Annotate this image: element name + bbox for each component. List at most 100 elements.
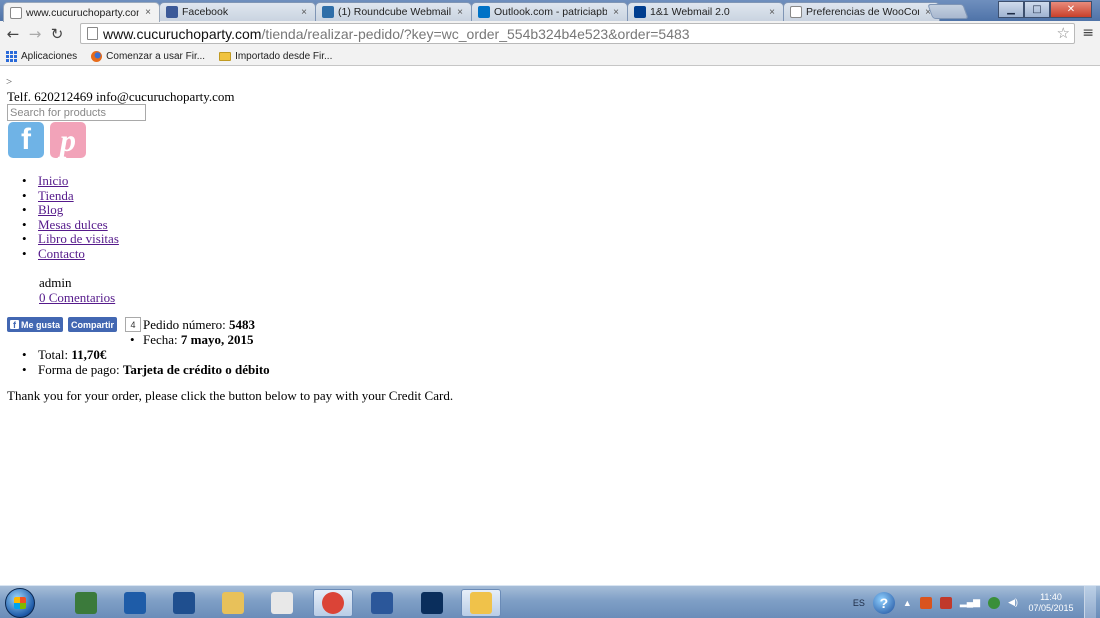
product-search-input[interactable]	[7, 104, 146, 121]
show-hidden-icons-icon[interactable]: ▲	[903, 598, 912, 608]
payment-method-row: Forma de pago: Tarjeta de crédito o débi…	[22, 362, 270, 377]
tab-title: 1&1 Webmail 2.0	[650, 6, 730, 18]
facebook-social-icon[interactable]: f	[8, 122, 44, 158]
nav-link-inicio[interactable]: Inicio	[38, 173, 68, 188]
browser-tab[interactable]: Facebook ×	[159, 2, 316, 21]
payment-method-label: Forma de pago:	[38, 362, 120, 377]
comments-link-wrap: 0 Comentarios	[39, 290, 115, 306]
chrome-menu-icon[interactable]: ≡	[1082, 25, 1094, 41]
nav-link-contacto[interactable]: Contacto	[38, 246, 85, 261]
order-number-label: Pedido número:	[143, 317, 226, 332]
bookmark-star-icon[interactable]: ☆	[1057, 24, 1070, 42]
taskbar-button[interactable]	[412, 589, 452, 617]
firefox-icon	[91, 50, 103, 62]
post-author: admin	[39, 275, 72, 290]
tray-app-icon[interactable]	[919, 596, 932, 609]
network-signal-icon[interactable]: ▂▄▆	[960, 597, 980, 608]
bookmark-label: Aplicaciones	[21, 50, 78, 62]
language-indicator[interactable]: ES	[853, 598, 865, 608]
nav-link-blog[interactable]: Blog	[38, 202, 63, 217]
hp-icon	[173, 592, 195, 614]
nav-link-tienda[interactable]: Tienda	[38, 188, 74, 203]
browser-tab[interactable]: (1) Roundcube Webmail : ×	[315, 2, 472, 21]
new-tab-button[interactable]	[927, 4, 969, 19]
close-tab-icon[interactable]: ×	[455, 7, 465, 18]
security-shield-icon	[470, 592, 492, 614]
reload-button[interactable]: ↻	[48, 24, 66, 44]
close-window-button[interactable]: ✕	[1050, 1, 1092, 18]
address-bar[interactable]: www.cucuruchoparty.com/tienda/realizar-p…	[80, 23, 1075, 44]
taskbar-button[interactable]	[66, 589, 106, 617]
nav-item-libro-de-visitas: Libro de visitas	[22, 231, 119, 247]
help-icon[interactable]: ?	[872, 591, 895, 614]
start-button[interactable]	[5, 588, 35, 618]
thank-you-message: Thank you for your order, please click t…	[7, 388, 454, 403]
forward-arrow-icon: →	[28, 25, 42, 43]
taskbar-button[interactable]	[164, 589, 204, 617]
minimize-button[interactable]: ▁	[998, 1, 1024, 18]
fb-share-button[interactable]: Compartir	[68, 317, 118, 332]
bookmark-firefox-start[interactable]: Comenzar a usar Fir...	[91, 50, 206, 62]
bookmark-imported-folder[interactable]: Importado desde Fir...	[219, 51, 332, 62]
bookmark-apps[interactable]: Aplicaciones	[6, 50, 78, 62]
volume-icon[interactable]: ◀)	[1008, 597, 1018, 608]
1and1-icon	[634, 6, 646, 18]
clock-time: 11:40	[1040, 591, 1062, 602]
tray-app-icon[interactable]	[988, 596, 1001, 609]
nav-item-mesas-dulces: Mesas dulces	[22, 217, 119, 233]
browser-tab[interactable]: Preferencias de WooComm×	[783, 2, 940, 21]
taskbar-button[interactable]	[262, 589, 302, 617]
order-number-row: Pedido número: 5483	[143, 317, 255, 333]
taskbar-button[interactable]	[362, 589, 402, 617]
close-tab-icon[interactable]: ×	[767, 7, 777, 18]
forward-button[interactable]: →	[26, 24, 44, 44]
browser-tab[interactable]: www.cucuruchoparty.com ×	[3, 2, 160, 22]
taskbar-button[interactable]	[115, 589, 155, 617]
web-page: > Telf. 620212469 info@cucuruchoparty.co…	[0, 67, 1100, 585]
taskbar-clock[interactable]: 11:40 07/05/2015	[1026, 592, 1076, 614]
comments-link[interactable]: 0 Comentarios	[39, 290, 115, 305]
order-date-value: 7 mayo, 2015	[180, 332, 254, 347]
outlook-icon	[478, 6, 490, 18]
address-path: /tienda/realizar-pedido/?key=wc_order_55…	[261, 25, 690, 42]
word-icon	[371, 592, 393, 614]
browser-tab[interactable]: 1&1 Webmail 2.0 ×	[627, 2, 784, 21]
close-tab-icon[interactable]: ×	[299, 7, 309, 18]
bookmark-label: Comenzar a usar Fir...	[106, 50, 206, 62]
facebook-icon: f	[10, 320, 19, 330]
tab-title: Outlook.com - patriciapb	[494, 6, 607, 18]
pinterest-social-icon[interactable]: p	[50, 122, 86, 158]
bookmark-label: Importado desde Fir...	[235, 50, 333, 62]
contact-info: Telf. 620212469 info@cucuruchoparty.com	[7, 89, 235, 104]
order-date-row: Fecha: 7 mayo, 2015	[130, 332, 254, 348]
browser-tab[interactable]: Outlook.com - patriciapb ×	[471, 2, 628, 21]
page-icon	[790, 6, 802, 18]
maximize-button[interactable]: □	[1024, 1, 1050, 18]
nav-item-blog: Blog	[22, 202, 119, 218]
browser-tab-strip: www.cucuruchoparty.com × Facebook × (1) Roun…	[0, 0, 1100, 22]
show-desktop-button[interactable]	[1084, 586, 1096, 618]
taskbar-button[interactable]	[461, 589, 501, 617]
nav-link-libro-de-visitas[interactable]: Libro de visitas	[38, 231, 119, 246]
fb-share-label: Compartir	[71, 319, 115, 330]
chrome-icon	[322, 592, 344, 614]
reload-icon: ↻	[50, 25, 64, 43]
facebook-icon	[166, 6, 178, 18]
acrobat-icon	[271, 592, 293, 614]
payment-method-value: Tarjeta de crédito o débito	[122, 362, 270, 377]
close-tab-icon[interactable]: ×	[143, 7, 153, 18]
back-button[interactable]: ←	[4, 24, 22, 44]
nav-link-mesas-dulces[interactable]: Mesas dulces	[38, 217, 108, 232]
fb-like-button[interactable]: f Me gusta	[7, 317, 64, 332]
pinterest-letter: p	[60, 121, 76, 158]
clock-date: 07/05/2015	[1028, 602, 1074, 613]
explorer-icon	[222, 592, 244, 614]
tray-app-icon[interactable]	[939, 596, 952, 609]
close-tab-icon[interactable]: ×	[611, 7, 621, 18]
nav-item-contacto: Contacto	[22, 246, 119, 262]
order-total-row: Total: 11,70€	[22, 347, 270, 362]
taskbar-button[interactable]	[313, 589, 353, 617]
window-controls: ▁ □ ✕	[998, 1, 1092, 18]
photoshop-icon	[421, 592, 443, 614]
taskbar-button[interactable]	[213, 589, 253, 617]
